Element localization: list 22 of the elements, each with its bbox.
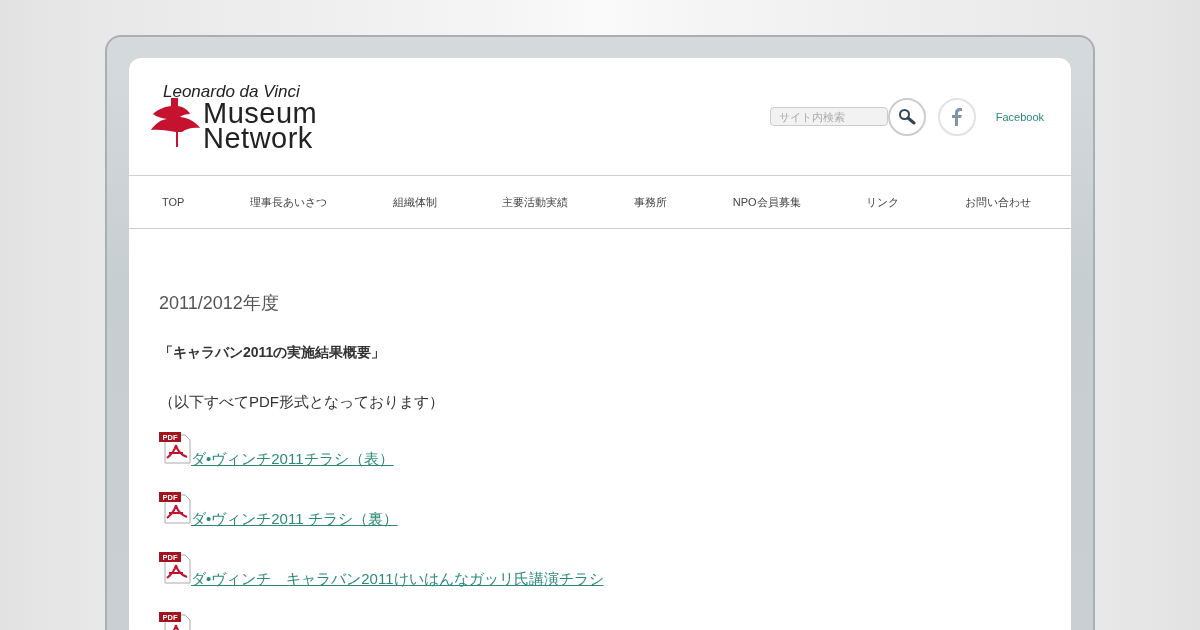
nav-link[interactable]: TOP <box>162 196 185 208</box>
note-text: （以下すべてPDF形式となっております） <box>159 393 445 412</box>
nav-link[interactable]: 事務所 <box>634 194 668 210</box>
facebook-link[interactable]: Facebook <box>995 110 1044 123</box>
nav-link[interactable]: 理事長あいさつ <box>250 194 328 210</box>
section-heading: 2011/2012年度 <box>159 292 280 315</box>
subheading: 「キャラバン2011の実施結果概要」 <box>159 344 387 362</box>
nav-link[interactable]: リンク <box>866 194 900 210</box>
search-field[interactable]: サイト内検索 <box>769 107 888 126</box>
nav-link[interactable]: お問い合わせ <box>964 194 1031 210</box>
facebook-button[interactable] <box>937 97 976 136</box>
nav-link[interactable]: 主要活動実績 <box>502 194 569 210</box>
logo-text: Leonardo da Vinci <box>163 81 300 102</box>
search-button[interactable] <box>887 97 926 136</box>
search-icon <box>897 107 916 126</box>
pdf-link[interactable]: ダ•ヴィンチ2011チラシ（表） <box>191 451 394 466</box>
nav-link[interactable]: 組織体制 <box>392 194 437 210</box>
nav-link[interactable]: NPO会員募集 <box>732 194 801 210</box>
facebook-icon <box>950 107 963 126</box>
logo-text: Network <box>203 123 313 153</box>
pdf-link[interactable]: ダ•ヴィンチ キャラバン2011けいはんなガッリ氏講演チラシ <box>191 571 604 586</box>
pdf-link[interactable]: ダ•ヴィンチ2011 チラシ（裏） <box>191 511 398 526</box>
